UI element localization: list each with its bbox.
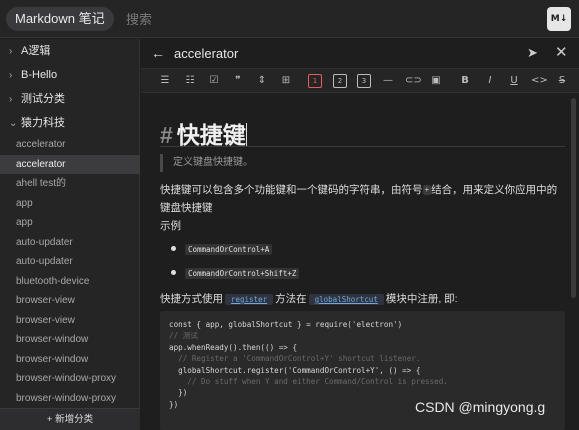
- note-item[interactable]: browser-window: [0, 330, 140, 350]
- text-caret: [245, 123, 247, 147]
- editor-content[interactable]: # 快捷键 定义键盘快捷键。 快捷键可以包含多个功能键和一个键码的字符串，由符号 +…: [141, 94, 579, 430]
- top-bar: Markdown 笔记 M↓: [0, 0, 579, 38]
- inline-code-icon[interactable]: <>: [531, 74, 548, 88]
- watermark: CSDN @mingyong.g: [415, 399, 546, 415]
- note-title: accelerator: [174, 46, 239, 61]
- image-icon[interactable]: ▣: [429, 74, 443, 88]
- note-item[interactable]: auto-updater: [0, 233, 140, 253]
- inline-code: CommandOrControl+A: [185, 244, 273, 255]
- code-line: globalShortcut.register('CommandOrContro…: [169, 365, 421, 375]
- note-item[interactable]: browser-window-proxy: [0, 389, 140, 407]
- note-item-active[interactable]: accelerator: [0, 154, 140, 174]
- app-title[interactable]: Markdown 笔记: [6, 7, 114, 31]
- chevron-right-icon: ›: [9, 70, 13, 81]
- unordered-list-icon[interactable]: ☰: [158, 74, 172, 88]
- inline-code: +: [422, 185, 432, 195]
- add-category-button[interactable]: + 新增分类: [0, 408, 140, 430]
- search-input[interactable]: [126, 7, 506, 31]
- note-item[interactable]: bluetooth-device: [0, 272, 140, 292]
- paragraph-text: 快捷方式使用: [160, 293, 223, 305]
- quote-icon[interactable]: ❞: [231, 74, 245, 88]
- heading-2-icon[interactable]: 2: [333, 74, 347, 88]
- paragraph-text: 方法在: [275, 293, 307, 305]
- sidebar-category-label: 测试分类: [21, 93, 65, 105]
- sidebar-category-label: B-Hello: [21, 69, 58, 81]
- code-line: // 测试: [169, 331, 198, 341]
- bold-icon[interactable]: B: [458, 74, 472, 88]
- heading-hash: #: [160, 122, 173, 148]
- inline-code: CommandOrControl+Shift+Z: [185, 268, 300, 279]
- code-line: }): [169, 388, 188, 398]
- sidebar-category[interactable]: ⌄ 猿力科技: [0, 111, 140, 135]
- bullet-dot: [171, 246, 176, 251]
- code-line: const { app, globalShortcut } = require(…: [169, 320, 403, 329]
- scroll-thumb[interactable]: [571, 98, 576, 298]
- paragraph: 快捷键可以包含多个功能键和一个键码的字符串，由符号 + 结合，用来定义你应用中的键盘…: [160, 181, 565, 217]
- italic-icon[interactable]: I: [483, 74, 497, 88]
- note-item[interactable]: browser-window: [0, 350, 140, 370]
- chevron-right-icon: ›: [9, 94, 13, 105]
- horizontal-rule-icon[interactable]: —: [381, 74, 395, 88]
- note-item[interactable]: auto-updater: [0, 252, 140, 272]
- sidebar-list: › A逻辑 › B-Hello › 测试分类 ⌄ 猿力科技 accelerator ac…: [0, 39, 140, 406]
- global-shortcut-link[interactable]: globalShortcut: [308, 294, 384, 305]
- heading-divider: [160, 146, 565, 147]
- example-label: 示例: [160, 220, 181, 232]
- heading-text: 快捷键: [176, 122, 246, 148]
- table-icon[interactable]: ⊞: [279, 74, 293, 88]
- checklist-icon[interactable]: ☑: [207, 74, 221, 88]
- sidebar: › A逻辑 › B-Hello › 测试分类 ⌄ 猿力科技 accelerator ac…: [0, 39, 140, 430]
- heading-1-icon[interactable]: 1: [308, 74, 322, 88]
- format-toolbar: ☰ ☷ ☑ ❞ ⇕ ⊞ 1 2 3 — ⊂⊃ ▣ B I U <> S: [141, 68, 579, 93]
- note-item[interactable]: app: [0, 194, 140, 214]
- heading-1[interactable]: # 快捷键: [160, 116, 247, 150]
- note-item[interactable]: browser-window-proxy: [0, 369, 140, 389]
- note-item[interactable]: ahell test的: [0, 174, 140, 194]
- close-icon[interactable]: ✕: [555, 43, 568, 61]
- note-item[interactable]: accelerator: [0, 135, 140, 155]
- register-link[interactable]: register: [225, 294, 274, 305]
- link-icon[interactable]: ⊂⊃: [405, 74, 422, 88]
- editor-header: ← accelerator ➤ ✕: [141, 39, 579, 68]
- underline-icon[interactable]: U: [507, 74, 521, 88]
- sidebar-category[interactable]: › 测试分类: [0, 87, 140, 111]
- editor-scrollbar[interactable]: [571, 94, 577, 430]
- sidebar-category[interactable]: › A逻辑: [0, 39, 140, 63]
- note-item[interactable]: app: [0, 213, 140, 233]
- bullet-dot: [171, 270, 176, 275]
- markdown-logo-icon[interactable]: M↓: [547, 7, 571, 31]
- sidebar-category[interactable]: › B-Hello: [0, 63, 140, 87]
- chevron-right-icon: ›: [9, 46, 13, 57]
- send-icon[interactable]: ➤: [527, 45, 538, 61]
- paragraph-text: 模块中注册, 即:: [385, 293, 458, 305]
- heading-3-icon[interactable]: 3: [357, 74, 371, 88]
- chevron-down-icon: ⌄: [9, 118, 18, 129]
- blockquote: 定义键盘快捷键。: [160, 154, 565, 172]
- paragraph-text: 快捷键可以包含多个功能键和一个键码的字符串，由符号: [160, 184, 423, 196]
- sidebar-category-label: A逻辑: [21, 45, 51, 57]
- note-item[interactable]: browser-view: [0, 291, 140, 311]
- back-arrow-icon[interactable]: ←: [151, 45, 165, 61]
- list-item: CommandOrControl+Shift+Z: [171, 268, 300, 279]
- code-line: // Register a 'CommandOrControl+Y' short…: [169, 354, 421, 364]
- note-item[interactable]: browser-view: [0, 311, 140, 331]
- ordered-list-icon[interactable]: ☷: [183, 74, 197, 88]
- code-line: app.whenReady().then(() => {: [169, 342, 298, 352]
- strikethrough-icon[interactable]: S: [555, 74, 569, 88]
- code-line: // Do stuff when Y and either Command/Co…: [169, 377, 448, 387]
- list-item: CommandOrControl+A: [171, 244, 273, 255]
- code-block-icon[interactable]: ⇕: [255, 74, 269, 88]
- paragraph: 快捷方式使用 register 方法在 globalShortcut 模块中注册, 即:: [160, 291, 458, 306]
- sidebar-category-label: 猿力科技: [21, 117, 65, 129]
